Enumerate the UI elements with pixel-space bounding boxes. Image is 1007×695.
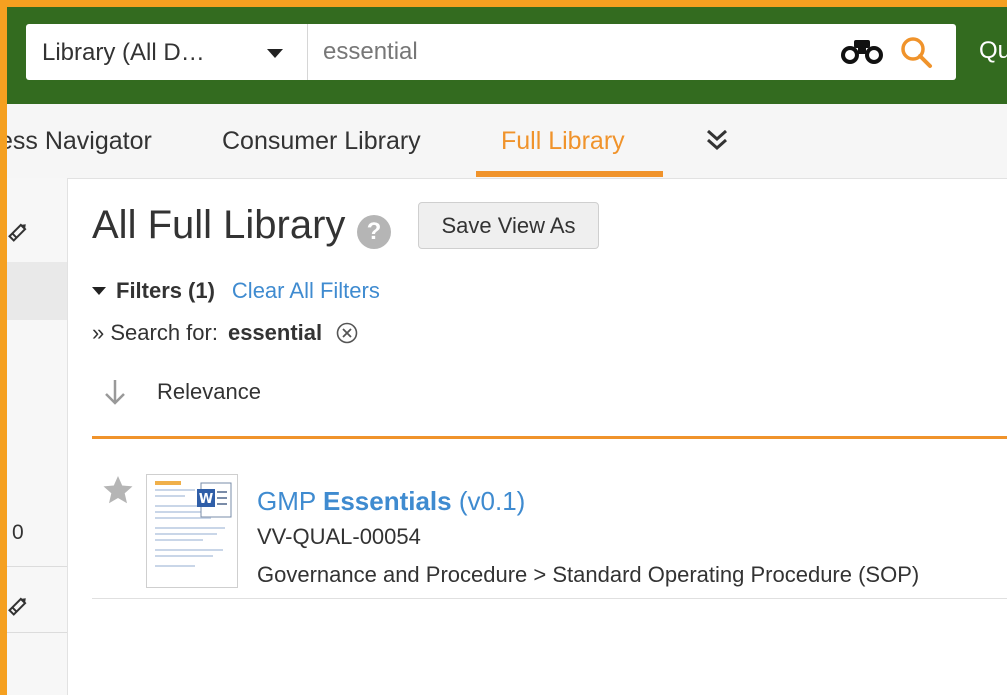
sidebar-divider	[7, 632, 67, 633]
search-for-prefix: » Search for:	[92, 320, 218, 345]
document-classification: Governance and Procedure > Standard Oper…	[257, 562, 920, 587]
document-thumbnail[interactable]: W	[146, 474, 238, 588]
search-input[interactable]	[323, 34, 803, 70]
search-icon[interactable]	[899, 35, 933, 69]
sort-label[interactable]: Relevance	[157, 379, 261, 405]
top-header: Library (All D… Qu	[7, 7, 1007, 104]
binoculars-icon[interactable]	[840, 38, 884, 66]
document-version: (v0.1)	[451, 486, 526, 516]
search-for-term: essential	[227, 320, 323, 345]
scope-label: Library (All D…	[42, 39, 205, 66]
filters-label: Filters	[116, 278, 183, 303]
document-title-prefix: GMP	[257, 486, 323, 516]
document-number: VV-QUAL-00054	[257, 524, 421, 549]
tab-bar: ess Navigator Consumer Library Full Libr…	[7, 104, 1007, 179]
row-divider	[92, 598, 1007, 599]
search-for-filter: » Search for: essential	[92, 320, 358, 346]
sidebar-count: 0	[12, 521, 24, 544]
pencil-icon[interactable]	[7, 595, 29, 617]
app-window: Library (All D… Qu ess Navigator Consume…	[7, 7, 1007, 695]
document-title-highlight: Essentials	[322, 486, 452, 516]
filters-toggle[interactable]: Filters (1) Clear All Filters	[92, 278, 380, 304]
library-scope-dropdown[interactable]: Library (All D…	[26, 24, 308, 80]
tab-full-library[interactable]: Full Library	[501, 104, 625, 178]
clear-all-filters-link[interactable]: Clear All Filters	[232, 278, 380, 304]
filters-count: (1)	[188, 278, 215, 303]
sidebar-divider	[7, 566, 67, 567]
tab-business-navigator[interactable]: ess Navigator	[7, 104, 152, 178]
star-icon[interactable]	[102, 474, 134, 506]
left-sidebar: 0	[7, 178, 68, 695]
save-view-as-button[interactable]: Save View As	[418, 202, 599, 249]
search-box: Library (All D…	[26, 24, 956, 80]
double-chevron-down-icon[interactable]	[704, 127, 730, 153]
page-title: All Full Library	[92, 203, 346, 247]
active-tab-indicator	[476, 171, 663, 177]
document-title-link[interactable]: GMP Essentials (v0.1)	[257, 486, 525, 517]
results-divider	[92, 436, 1007, 439]
pencil-icon[interactable]	[7, 221, 29, 243]
caret-down-icon	[92, 287, 106, 295]
remove-circle-icon[interactable]	[336, 322, 358, 344]
caret-down-icon	[267, 49, 283, 58]
svg-text:W: W	[199, 492, 213, 507]
tab-consumer-library[interactable]: Consumer Library	[222, 104, 421, 178]
sidebar-selected-item[interactable]	[7, 262, 67, 320]
header-overflow-text[interactable]: Qu	[979, 37, 1007, 65]
help-icon[interactable]: ?	[357, 215, 391, 249]
arrow-down-icon[interactable]	[104, 377, 126, 407]
